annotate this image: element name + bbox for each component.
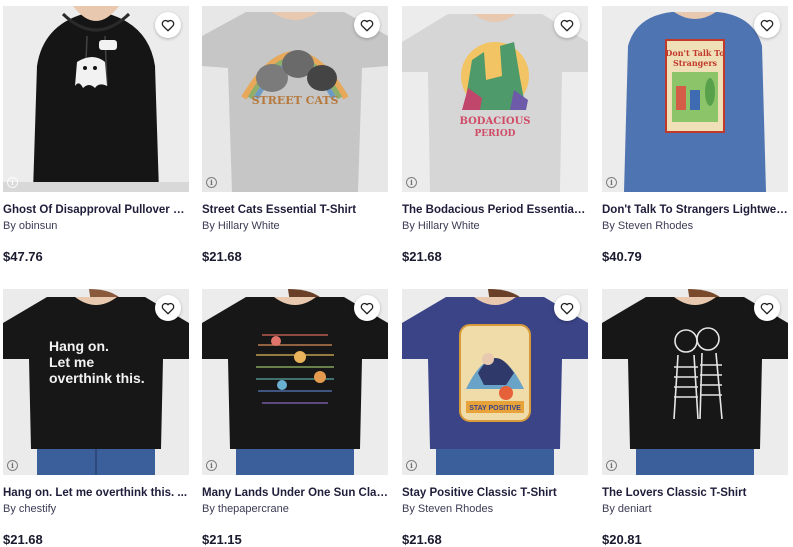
heart-outline-icon[interactable] [554,12,580,38]
product-card[interactable]: STREET CATS i Street Cats Essential T-Sh… [202,6,388,264]
heart-outline-icon[interactable] [754,295,780,321]
heart-outline-icon[interactable] [554,295,580,321]
product-image[interactable]: i [602,289,788,475]
product-artist[interactable]: By Hillary White [202,220,388,233]
product-price: $40.79 [602,249,642,264]
svg-text:overthink this.: overthink this. [49,370,145,386]
product-image[interactable]: Don't Talk To Strangers i [602,6,788,192]
product-artist[interactable]: By deniart [602,503,788,516]
product-image[interactable]: Hang on. Let me overthink this. i [3,289,189,475]
product-title[interactable]: The Bodacious Period Essential ... [402,203,588,217]
product-card[interactable]: Hang on. Let me overthink this. i Hang o… [3,289,189,547]
product-price: $21.68 [3,532,43,547]
info-icon[interactable]: i [406,177,417,188]
product-card[interactable]: i Ghost Of Disapproval Pullover H... By … [3,6,189,264]
product-artist[interactable]: By thepapercrane [202,503,388,516]
product-artist[interactable]: By chestify [3,503,189,516]
heart-outline-icon[interactable] [354,295,380,321]
product-title[interactable]: Don't Talk To Strangers Lightwei... [602,203,788,217]
product-price: $21.68 [402,532,442,547]
product-card[interactable]: i Many Lands Under One Sun Clas... By th… [202,289,388,547]
heart-outline-icon[interactable] [354,12,380,38]
heart-outline-icon[interactable] [155,295,181,321]
heart-outline-icon[interactable] [155,12,181,38]
product-card[interactable]: STAY POSITIVE i Stay Positive Classic T-… [402,289,588,547]
info-icon[interactable]: i [7,460,18,471]
product-card[interactable]: BODACIOUS PERIOD i The Bodacious Period … [402,6,588,264]
product-image[interactable]: BODACIOUS PERIOD i [402,6,588,192]
product-title[interactable]: The Lovers Classic T-Shirt [602,486,788,500]
svg-text:PERIOD: PERIOD [475,129,516,139]
product-price: $20.81 [602,532,642,547]
product-artist[interactable]: By Steven Rhodes [602,220,788,233]
product-title[interactable]: Hang on. Let me overthink this. ... [3,486,189,500]
info-icon[interactable]: i [7,177,18,188]
info-icon[interactable]: i [606,177,617,188]
info-icon[interactable]: i [406,460,417,471]
svg-text:Let me: Let me [49,354,94,370]
svg-text:Hang on.: Hang on. [49,338,109,354]
product-price: $47.76 [3,249,43,264]
product-title[interactable]: Ghost Of Disapproval Pullover H... [3,203,189,217]
product-price: $21.68 [402,249,442,264]
heart-outline-icon[interactable] [754,12,780,38]
product-price: $21.15 [202,532,242,547]
product-image[interactable]: STREET CATS i [202,6,388,192]
product-artist[interactable]: By Hillary White [402,220,588,233]
product-title[interactable]: Many Lands Under One Sun Clas... [202,486,388,500]
info-icon[interactable]: i [206,460,217,471]
svg-text:Don't Talk To: Don't Talk To [665,48,725,58]
product-card[interactable]: i The Lovers Classic T-Shirt By deniart … [602,289,788,547]
product-price: $21.68 [202,249,242,264]
product-card[interactable]: Don't Talk To Strangers i Don't Talk To … [602,6,788,264]
product-image[interactable]: i [202,289,388,475]
svg-text:STAY POSITIVE: STAY POSITIVE [469,405,521,412]
product-image[interactable]: i [3,6,189,192]
info-icon[interactable]: i [206,177,217,188]
product-title[interactable]: Street Cats Essential T-Shirt [202,203,388,217]
svg-text:Strangers: Strangers [673,58,718,68]
product-title[interactable]: Stay Positive Classic T-Shirt [402,486,588,500]
svg-text:BODACIOUS: BODACIOUS [459,116,530,127]
info-icon[interactable]: i [606,460,617,471]
product-image[interactable]: STAY POSITIVE i [402,289,588,475]
svg-text:STREET CATS: STREET CATS [252,94,339,107]
product-artist[interactable]: By Steven Rhodes [402,503,588,516]
product-artist[interactable]: By obinsun [3,220,189,233]
